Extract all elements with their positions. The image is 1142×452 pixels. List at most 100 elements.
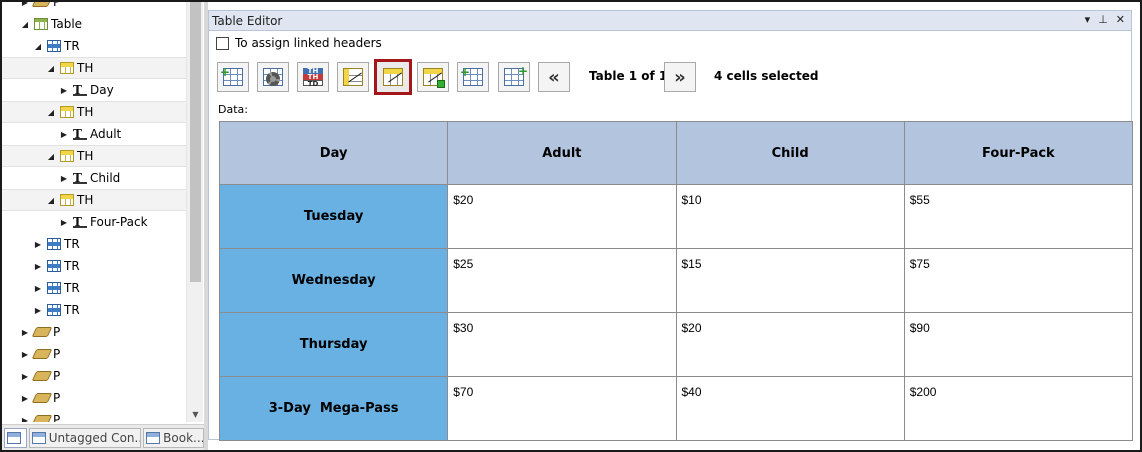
expanded-arrow-icon[interactable]: ◢ — [20, 19, 30, 29]
data-cell[interactable]: $20 — [447, 184, 677, 249]
tab-bookmarks[interactable]: Book... — [143, 427, 204, 448]
collapsed-arrow-icon[interactable]: ▶ — [20, 371, 30, 381]
data-cell[interactable]: $30 — [447, 312, 677, 377]
table-row-tag-icon — [47, 238, 61, 250]
tab-untagged-content[interactable]: Untagged Con... — [28, 427, 142, 448]
tree-item-label: TH — [77, 149, 94, 163]
collapsed-arrow-icon[interactable]: ▶ — [59, 217, 69, 227]
data-cell[interactable]: $25 — [447, 248, 677, 313]
collapsed-arrow-icon[interactable]: ▶ — [20, 327, 30, 337]
tree-item-th[interactable]: ◢ TH — [2, 189, 186, 211]
tree-item-tr[interactable]: ▶ TR — [2, 233, 186, 255]
next-table-button[interactable]: » — [664, 62, 696, 92]
tag-tree[interactable]: ▶ P ◢ Table ◢ TR ◢ TH ▶ T Day ◢ TH ▶ T Adult ◢ TH ▶ T Child ◢… — [2, 2, 186, 422]
table-properties-button[interactable] — [257, 62, 289, 92]
tree-item-p[interactable]: ▶ P — [2, 387, 186, 409]
tree-item-th[interactable]: ◢ TH — [2, 57, 186, 79]
delete-column-button[interactable]: + — [498, 62, 530, 92]
selected-cell-header-button[interactable] — [374, 59, 412, 95]
tree-item-p[interactable]: ▶ P — [2, 365, 186, 387]
expanded-arrow-icon[interactable]: ◢ — [46, 195, 56, 205]
table-header-tag-icon — [60, 194, 74, 206]
collapsed-arrow-icon[interactable]: ▶ — [33, 283, 43, 293]
header-cell[interactable]: Day — [218, 121, 449, 185]
insert-column-button[interactable]: + — [457, 62, 489, 92]
tree-item-text[interactable]: ▶ T Day — [2, 79, 186, 101]
tree-item-tr[interactable]: ◢ TR — [2, 35, 186, 57]
close-icon[interactable]: ✕ — [1116, 13, 1125, 26]
tree-scrollbar[interactable]: ▼ — [186, 2, 203, 422]
table-row: Tuesday $20 $10 $55 — [218, 184, 1134, 249]
data-cell[interactable]: $20 — [675, 312, 905, 377]
row-header-cell[interactable]: Thursday — [218, 312, 449, 377]
collapsed-arrow-icon[interactable]: ▶ — [59, 173, 69, 183]
collapsed-arrow-icon[interactable]: ▶ — [33, 305, 43, 315]
data-cell[interactable]: $200 — [903, 376, 1134, 441]
data-cell[interactable]: $10 — [675, 184, 905, 249]
tree-item-p[interactable]: ▶ P — [2, 321, 186, 343]
row-header-cell[interactable]: Tuesday — [218, 184, 449, 249]
expanded-arrow-icon[interactable]: ◢ — [46, 63, 56, 73]
tree-scrollbar-thumb[interactable] — [190, 2, 201, 282]
table-header-tag-icon — [60, 150, 74, 162]
tree-item-label: P — [53, 391, 61, 405]
panel-tabs: Untagged Con... Book... — [2, 424, 204, 450]
tree-item-tr[interactable]: ▶ TR — [2, 277, 186, 299]
row-header-cell[interactable]: 3-Day Mega-Pass — [218, 376, 449, 441]
table-row: 3-Day Mega-Pass $70 $40 $200 — [218, 376, 1134, 441]
data-cell[interactable]: $55 — [903, 184, 1134, 249]
scroll-down-icon[interactable]: ▼ — [190, 410, 201, 420]
collapsed-arrow-icon[interactable]: ▶ — [59, 129, 69, 139]
insert-column-icon: + — [460, 65, 483, 86]
collapsed-arrow-icon[interactable]: ▶ — [33, 239, 43, 249]
collapsed-arrow-icon[interactable]: ▶ — [20, 393, 30, 403]
header-cell[interactable]: Child — [675, 121, 905, 185]
text-content-icon: T — [73, 128, 87, 140]
tree-item-p[interactable]: ▶ P — [2, 343, 186, 365]
tree-item-label: P — [53, 413, 61, 422]
insert-row-button[interactable]: + — [217, 62, 249, 92]
tree-item-text[interactable]: ▶ T Adult — [2, 123, 186, 145]
data-cell[interactable]: $70 — [447, 376, 677, 441]
data-cell[interactable]: $90 — [903, 312, 1134, 377]
linked-headers-checkbox[interactable] — [216, 36, 229, 50]
collapsed-arrow-icon[interactable]: ▶ — [33, 261, 43, 271]
linked-headers-option[interactable]: To assign linked headers — [216, 36, 382, 50]
paragraph-tag-icon — [31, 393, 53, 403]
text-content-icon: T — [73, 172, 87, 184]
tree-item-text[interactable]: ▶ T Four-Pack — [2, 211, 186, 233]
collapsed-arrow-icon[interactable]: ▶ — [20, 349, 30, 359]
expanded-arrow-icon[interactable]: ◢ — [46, 151, 56, 161]
tree-item-th[interactable]: ◢ TH — [2, 145, 186, 167]
row-header-button[interactable] — [417, 62, 449, 92]
paragraph-tag-icon — [31, 349, 53, 359]
tree-item-p[interactable]: ▶ P — [2, 409, 186, 422]
dropdown-icon[interactable]: ▾ — [1085, 13, 1091, 26]
paragraph-tag-icon — [31, 327, 53, 337]
data-cell[interactable]: $40 — [675, 376, 905, 441]
expanded-arrow-icon[interactable]: ◢ — [33, 41, 43, 51]
header-cell[interactable]: Adult — [447, 121, 677, 185]
th-td-toggle-button[interactable]: TH TH TD — [297, 62, 329, 92]
expanded-arrow-icon[interactable]: ◢ — [46, 107, 56, 117]
tree-item-table[interactable]: ◢ Table — [2, 13, 186, 35]
tree-item-text[interactable]: ▶ T Child — [2, 167, 186, 189]
data-cell[interactable]: $75 — [903, 248, 1134, 313]
collapsed-arrow-icon[interactable]: ▶ — [20, 2, 30, 7]
row-header-cell[interactable]: Wednesday — [218, 248, 449, 313]
tree-item-p[interactable]: ▶ P — [2, 2, 186, 13]
pin-icon[interactable]: ⊥ — [1098, 13, 1108, 26]
collapsed-arrow-icon[interactable]: ▶ — [20, 415, 30, 423]
tree-item-tr[interactable]: ▶ TR — [2, 255, 186, 277]
tree-item-th[interactable]: ◢ TH — [2, 101, 186, 123]
table-row-tag-icon — [47, 260, 61, 272]
header-cell[interactable]: Four-Pack — [903, 121, 1134, 185]
tree-item-tr[interactable]: ▶ TR — [2, 299, 186, 321]
collapsed-arrow-icon[interactable]: ▶ — [59, 85, 69, 95]
content-icon — [31, 431, 46, 444]
tab-tags[interactable] — [4, 427, 27, 448]
tree-item-label: Adult — [90, 127, 122, 141]
previous-table-button[interactable]: « — [538, 62, 570, 92]
column-header-button[interactable] — [337, 62, 369, 92]
data-cell[interactable]: $15 — [675, 248, 905, 313]
